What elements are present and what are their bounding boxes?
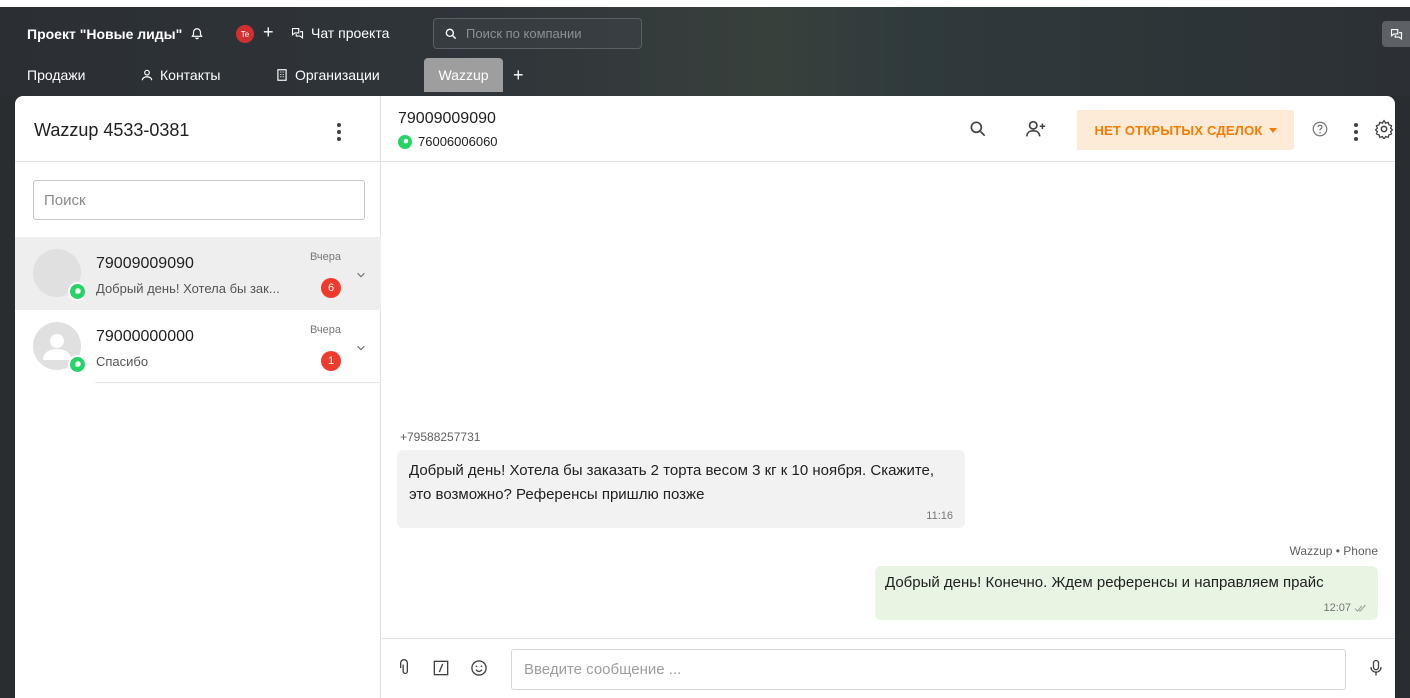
person-icon [141, 69, 153, 81]
user-initials: Te [240, 29, 250, 39]
chat-project-button[interactable]: Чат проекта [290, 25, 389, 41]
tab-sales[interactable]: Продажи [27, 58, 85, 92]
channel-title: Wazzup 4533-0381 [34, 120, 190, 140]
caret-down-icon [1268, 127, 1277, 133]
conversation-name: 79000000000 [96, 328, 194, 345]
search-icon [445, 28, 457, 39]
tab-label: Контакты [160, 67, 221, 83]
conversation-time: Вчера [309, 324, 341, 336]
message-time: 11:16 [926, 510, 953, 522]
conversation-search-input[interactable] [44, 191, 364, 209]
more-icon[interactable] [337, 123, 341, 141]
emoji-icon[interactable] [468, 657, 490, 679]
chat-project-label: Чат проекта [311, 25, 390, 41]
chat-header: 79009009090 76006006060 НЕТ ОТКРЫТЫХ СДЕ… [382, 96, 1395, 162]
tab-bar: Продажи Контакты Организации Wazzup + [0, 58, 1410, 92]
slash-command-icon[interactable] [430, 657, 452, 679]
message-time-row: 12:07 [1323, 602, 1368, 614]
project-title[interactable]: Проект "Новые лиды" [27, 26, 204, 42]
chat-contact-phone: 76006006060 [418, 134, 498, 149]
unread-badge: 1 [321, 351, 341, 371]
project-title-text: Проект "Новые лиды" [27, 26, 183, 42]
tab-contacts[interactable]: Контакты [140, 58, 220, 92]
conversation-last-message: Спасибо [96, 354, 149, 369]
message-sender: Wazzup • Phone [1289, 544, 1378, 558]
chat-icon [291, 27, 304, 39]
company-search[interactable] [433, 18, 642, 49]
message-time: 12:07 [1323, 602, 1351, 614]
help-icon[interactable] [1309, 118, 1331, 140]
settings-icon[interactable] [1373, 118, 1395, 140]
chevron-down-icon[interactable] [356, 343, 366, 353]
double-check-icon [1354, 604, 1366, 612]
divider [95, 382, 381, 383]
attach-icon[interactable] [393, 657, 415, 679]
top-bar: Проект "Новые лиды" Te + Чат проекта Про… [0, 0, 1410, 96]
open-deals-dropdown[interactable]: НЕТ ОТКРЫТЫХ СДЕЛОК [1077, 110, 1294, 150]
conversation-item[interactable]: 79009009090 Добрый день! Хотела бы зак..… [15, 237, 381, 310]
top-bar-row: Проект "Новые лиды" Te + Чат проекта [0, 17, 1410, 51]
add-tab-icon[interactable]: + [513, 65, 524, 86]
whatsapp-icon [398, 134, 412, 149]
chat-contact-phone-row: 76006006060 [398, 134, 498, 149]
outgoing-message: Добрый день! Конечно. Ждем референсы и н… [875, 566, 1378, 620]
conversation-search[interactable] [33, 180, 365, 220]
tab-label: Продажи [27, 67, 86, 83]
whatsapp-icon [68, 355, 87, 374]
microphone-icon[interactable] [1365, 657, 1387, 679]
conversation-item[interactable]: 79000000000 Спасибо Вчера 1 [15, 310, 381, 383]
top-strip [0, 0, 1410, 7]
chat-icon [1390, 28, 1402, 40]
chat-area: 79009009090 76006006060 НЕТ ОТКРЫТЫХ СДЕ… [382, 96, 1395, 698]
tab-label: Организации [295, 67, 380, 83]
deals-label: НЕТ ОТКРЫТЫХ СДЕЛОК [1094, 122, 1263, 138]
add-user-icon[interactable]: + [263, 23, 274, 41]
add-user-icon[interactable] [1025, 118, 1047, 140]
tab-organizations[interactable]: Организации [275, 58, 380, 92]
company-search-input[interactable] [466, 26, 626, 41]
search-icon[interactable] [967, 118, 989, 140]
conversation-name: 79009009090 [96, 255, 194, 272]
side-chat-button[interactable] [1382, 21, 1410, 47]
incoming-message: Добрый день! Хотела бы заказать 2 торта … [397, 450, 965, 528]
conversation-sidebar: Wazzup 4533-0381 79009009090 Добрый день… [15, 96, 381, 698]
more-icon[interactable] [1354, 123, 1358, 141]
message-input[interactable] [524, 661, 1345, 678]
chevron-down-icon[interactable] [356, 270, 366, 280]
sidebar-header: Wazzup 4533-0381 [15, 96, 381, 162]
message-input-wrapper[interactable] [511, 649, 1346, 690]
chat-contact-name: 79009009090 [398, 110, 496, 127]
tab-label: Wazzup [438, 67, 489, 83]
user-avatar[interactable]: Te [236, 25, 254, 43]
message-text: Добрый день! Конечно. Ждем референсы и н… [885, 574, 1324, 591]
bell-icon[interactable] [190, 27, 204, 41]
whatsapp-icon [68, 282, 87, 301]
unread-badge: 6 [321, 278, 341, 298]
conversation-last-message: Добрый день! Хотела бы зак... [96, 281, 280, 296]
message-text: Добрый день! Хотела бы заказать 2 торта … [409, 462, 935, 503]
wazzup-panel: Wazzup 4533-0381 79009009090 Добрый день… [15, 96, 1395, 698]
conversation-time: Вчера [309, 251, 341, 263]
message-composer [382, 638, 1395, 698]
building-icon [277, 69, 287, 81]
tab-wazzup[interactable]: Wazzup [424, 58, 503, 92]
message-sender: +79588257731 [400, 430, 481, 444]
